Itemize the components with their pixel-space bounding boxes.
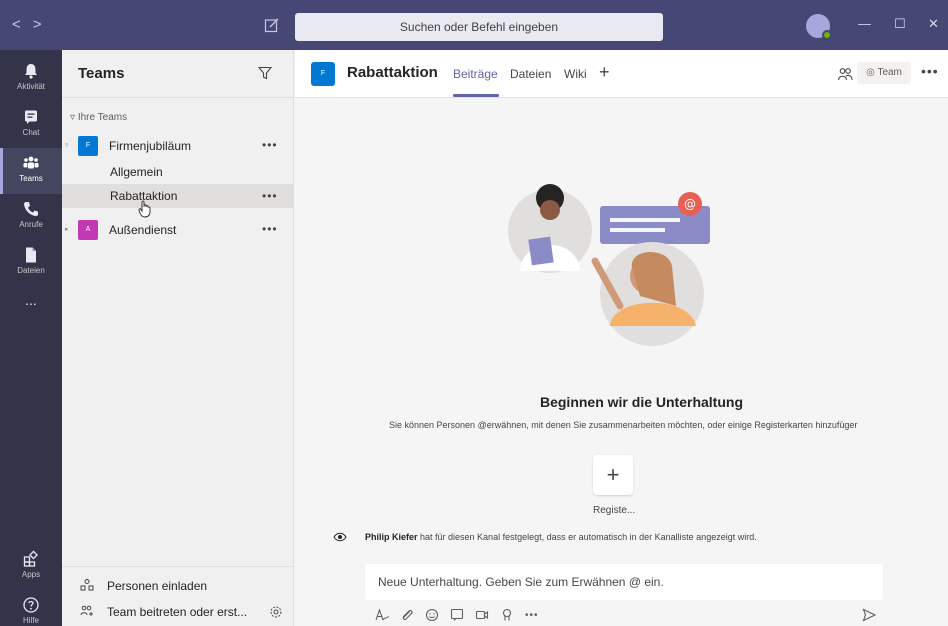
appbar-item-files[interactable]: Dateien xyxy=(0,240,62,286)
app-bar: Aktivität Chat Teams Anrufe Dateien ... … xyxy=(0,50,62,626)
add-tab-tile[interactable]: + xyxy=(593,455,633,495)
empty-state-title: Beginnen wir die Unterhaltung xyxy=(539,394,743,410)
teams-panel-footer: Personen einladen Team beitreten oder er… xyxy=(62,566,293,619)
teams-panel: Teams ▿ Ihre Teams ▿ F Firmenjubiläum ••… xyxy=(62,50,294,626)
tab-wiki[interactable]: Wiki xyxy=(564,67,587,81)
maximize-button[interactable]: ☐ xyxy=(894,16,906,32)
start-conversation-illustration: @ xyxy=(508,184,710,346)
tab-files[interactable]: Dateien xyxy=(510,67,551,81)
appbar-item-help[interactable]: Hilfe xyxy=(0,590,62,626)
avatar[interactable] xyxy=(806,14,832,40)
team-avatar: F xyxy=(78,136,98,156)
teams-icon xyxy=(23,156,39,169)
eye-icon: ◎ xyxy=(866,67,875,78)
appbar-item-calls[interactable]: Anrufe xyxy=(0,194,62,240)
appbar-label: Anrufe xyxy=(19,220,43,229)
attach-icon[interactable] xyxy=(400,608,414,622)
format-icon[interactable] xyxy=(375,608,389,622)
meet-now-icon[interactable] xyxy=(475,608,489,622)
presence-available-icon xyxy=(822,30,832,40)
emoji-icon[interactable] xyxy=(425,608,439,622)
new-chat-icon[interactable] xyxy=(264,17,280,33)
new-conversation-input[interactable]: Neue Unterhaltung. Geben Sie zum Erwähne… xyxy=(365,564,883,600)
appbar-label: Teams xyxy=(19,174,43,183)
file-icon xyxy=(26,247,36,263)
phone-icon xyxy=(24,202,38,216)
settings-gear-icon[interactable] xyxy=(269,605,283,619)
search-input[interactable]: Suchen oder Befehl eingeben xyxy=(295,13,663,41)
chat-icon xyxy=(25,110,37,124)
compose-more-button[interactable]: ••• xyxy=(525,610,539,621)
minimize-button[interactable]: — xyxy=(858,16,871,31)
channel-more-button[interactable]: ••• xyxy=(921,63,939,79)
team-avatar: F xyxy=(311,62,335,86)
invite-label: Personen einladen xyxy=(107,579,208,593)
sticker-icon[interactable] xyxy=(450,608,464,622)
panel-title: Teams xyxy=(78,65,125,82)
people-icon[interactable] xyxy=(837,66,853,82)
section-label-text: Ihre Teams xyxy=(77,112,128,123)
history-nav: < > xyxy=(12,16,42,33)
team-item-aussendienst[interactable]: ▸ A Außendienst ••• xyxy=(62,220,293,244)
invite-people-icon xyxy=(80,579,94,591)
team-more-button[interactable]: ••• xyxy=(262,138,278,152)
channel-item-allgemein[interactable]: Allgemein xyxy=(62,160,293,184)
svg-text:@: @ xyxy=(684,197,696,211)
filter-icon[interactable] xyxy=(258,66,272,80)
conversation-pane: @ Beginnen wir die Unterhaltung Sie könn… xyxy=(295,98,948,626)
invite-people-button[interactable]: Personen einladen xyxy=(62,575,293,597)
eye-icon xyxy=(333,532,347,542)
appbar-item-apps[interactable]: Apps xyxy=(0,544,62,590)
channel-header: F Rabattaktion Beiträge Dateien Wiki + ◎… xyxy=(295,50,948,98)
channel-title: Rabattaktion xyxy=(347,64,438,81)
channel-item-rabattaktion[interactable]: Rabattaktion ••• xyxy=(62,184,293,208)
appbar-item-teams[interactable]: Teams xyxy=(0,148,62,194)
team-name: Firmenjubiläum xyxy=(109,139,192,153)
active-tab-indicator xyxy=(453,94,499,97)
collapse-caret-icon[interactable]: ▿ xyxy=(65,141,69,149)
add-tab-tile-label: Registe... xyxy=(593,505,636,516)
hand-cursor-icon xyxy=(138,200,151,218)
team-button-label: Team xyxy=(877,67,902,78)
appbar-label: Chat xyxy=(22,128,40,137)
notice-text: hat für diesen Kanal festgelegt, dass er… xyxy=(417,532,757,542)
back-button[interactable]: < xyxy=(12,16,21,33)
notice-user: Philip Kiefer xyxy=(365,532,418,542)
appbar-label: Aktivität xyxy=(16,82,45,91)
help-icon xyxy=(23,597,39,613)
appbar-item-chat[interactable]: Chat xyxy=(0,102,62,148)
join-create-team-button[interactable]: Team beitreten oder erst... xyxy=(62,601,293,623)
bell-icon xyxy=(25,64,37,79)
expand-caret-icon[interactable]: ▸ xyxy=(65,225,69,233)
praise-icon[interactable] xyxy=(500,608,514,622)
apps-icon xyxy=(23,550,38,567)
send-icon[interactable] xyxy=(862,608,876,622)
channel-more-button[interactable]: ••• xyxy=(262,189,278,203)
appbar-item-activity[interactable]: Aktivität xyxy=(0,56,62,102)
join-label: Team beitreten oder erst... xyxy=(107,605,248,619)
appbar-label: Apps xyxy=(21,570,41,579)
compose-toolbar: ••• xyxy=(375,606,539,624)
your-teams-label: ▿ Ihre Teams xyxy=(70,112,128,123)
team-name: Außendienst xyxy=(109,223,177,237)
appbar-label: Dateien xyxy=(17,266,45,275)
title-bar: < > Suchen oder Befehl eingeben — ☐ ✕ xyxy=(0,0,948,50)
join-team-icon xyxy=(80,605,93,616)
teams-panel-header: Teams xyxy=(62,50,293,98)
tab-posts[interactable]: Beiträge xyxy=(453,67,498,81)
channel-name: Allgemein xyxy=(110,165,163,179)
appbar-item-more[interactable]: ... xyxy=(0,286,62,332)
add-tab-button[interactable]: + xyxy=(599,62,610,83)
team-more-button[interactable]: ••• xyxy=(262,222,278,236)
empty-state-subtitle: Sie können Personen @erwähnen, mit denen… xyxy=(389,420,858,430)
team-button[interactable]: ◎ Team xyxy=(857,62,911,84)
more-icon: ... xyxy=(25,292,37,308)
appbar-label: Hilfe xyxy=(22,616,39,625)
team-item-firmenjubilaeum[interactable]: ▿ F Firmenjubiläum ••• xyxy=(62,136,293,160)
team-avatar: A xyxy=(78,220,98,240)
forward-button[interactable]: > xyxy=(33,16,42,33)
channel-visibility-notice: Philip Kiefer hat für diesen Kanal festg… xyxy=(365,532,757,542)
close-button[interactable]: ✕ xyxy=(928,16,939,32)
